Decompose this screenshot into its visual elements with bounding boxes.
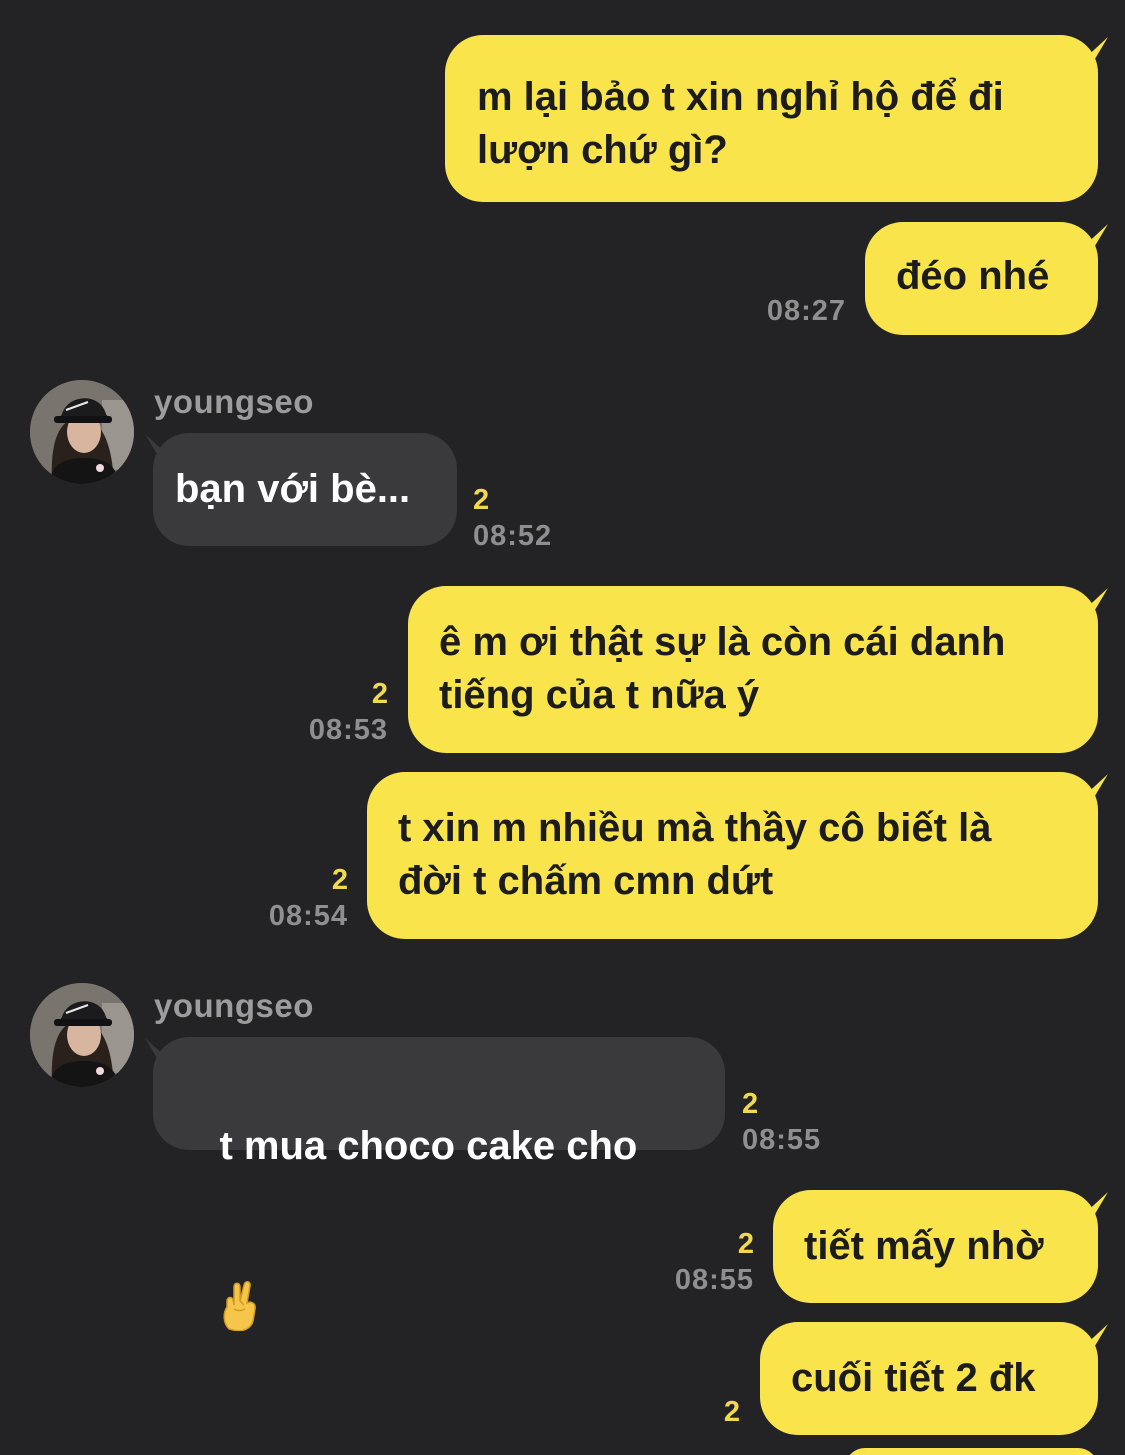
avatar-photo-icon — [30, 380, 134, 484]
message-meta: 2 08:53 — [270, 676, 388, 748]
message-meta: 2 08:52 — [473, 482, 593, 554]
message-meta: 2 — [620, 1394, 740, 1430]
chat-thread[interactable]: m lại bảo t xin nghỉ hộ để đi lượn chứ g… — [0, 0, 1125, 1455]
sender-name: youngseo — [154, 383, 314, 420]
message-time: 08:27 — [766, 295, 846, 327]
message-meta: 2 08:54 — [228, 862, 348, 934]
unread-count: 2 — [742, 1088, 759, 1120]
crossed-fingers-emoji — [219, 1173, 263, 1332]
contact-avatar[interactable] — [30, 380, 134, 484]
message-text: t mua choco cake cho — [219, 1124, 638, 1168]
message-meta: 08:27 — [700, 293, 846, 329]
outgoing-message-bubble[interactable]: cuối tiết 2 đk — [760, 1322, 1098, 1435]
outgoing-message-bubble[interactable]: t xin m nhiều mà thầy cô biết là đời t c… — [367, 772, 1098, 939]
avatar-photo-icon — [30, 983, 134, 1087]
incoming-message-bubble[interactable]: bạn với bè... — [153, 433, 457, 546]
message-time: 08:55 — [674, 1264, 754, 1296]
message-meta: 2 08:55 — [742, 1086, 862, 1158]
unread-count: 2 — [473, 484, 490, 516]
message-time: 08:53 — [308, 714, 388, 746]
message-time: 08:52 — [473, 520, 553, 552]
unread-count: 2 — [723, 1396, 740, 1428]
outgoing-message-bubble[interactable]: ê m ơi thật sự là còn cái danh tiếng của… — [408, 586, 1098, 753]
outgoing-message-bubble[interactable]: m lại bảo t xin nghỉ hộ để đi lượn chứ g… — [445, 35, 1098, 202]
outgoing-message-bubble-partial[interactable] — [845, 1448, 1098, 1455]
outgoing-message-bubble[interactable]: tiết mấy nhờ — [773, 1190, 1098, 1303]
unread-count: 2 — [331, 864, 348, 896]
message-meta: 2 08:55 — [634, 1226, 754, 1298]
incoming-message-bubble[interactable]: t mua choco cake cho — [153, 1037, 725, 1332]
sender-name: youngseo — [154, 987, 314, 1024]
unread-count: 2 — [371, 678, 388, 710]
message-time: 08:55 — [742, 1124, 822, 1156]
unread-count: 2 — [737, 1228, 754, 1260]
message-time: 08:54 — [268, 900, 348, 932]
outgoing-message-bubble[interactable]: đéo nhé — [865, 222, 1098, 335]
contact-avatar[interactable] — [30, 983, 134, 1087]
